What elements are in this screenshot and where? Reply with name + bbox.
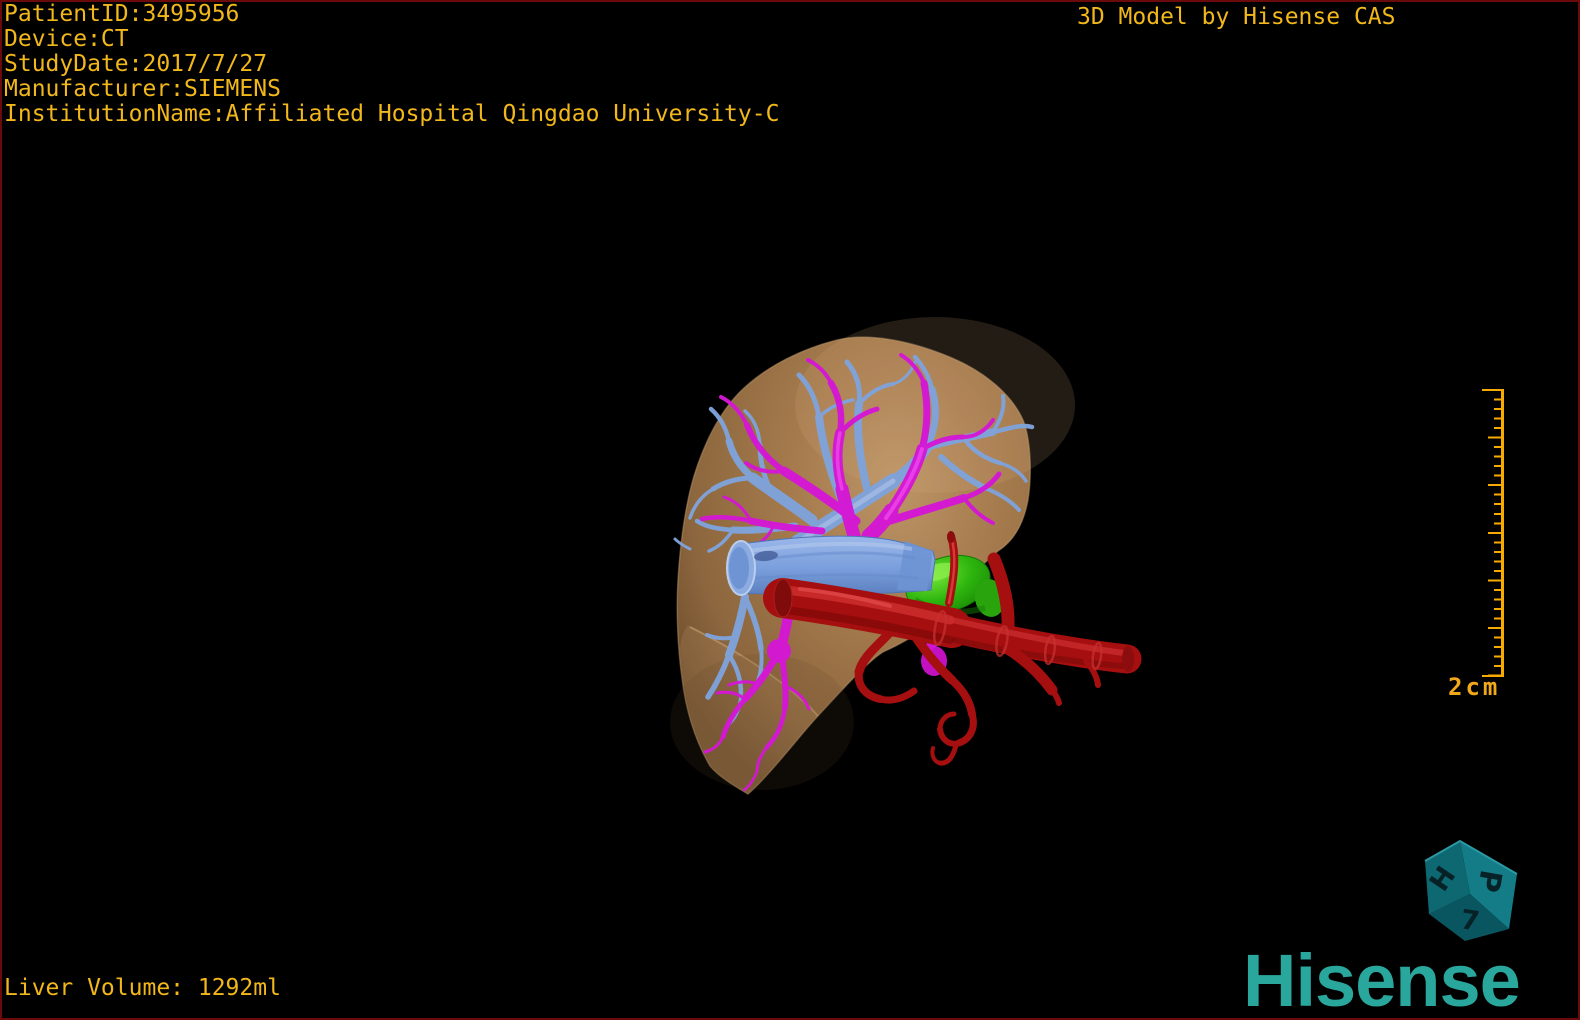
device-line: Device:CT <box>4 26 129 52</box>
patient-id-line: PatientID:3495956 <box>4 1 240 27</box>
study-date-line: StudyDate:2017/7/27 <box>4 51 268 77</box>
scale-label: 2cm <box>1448 673 1501 701</box>
orientation-cube[interactable]: H P 7 <box>1414 830 1530 950</box>
scale-ruler <box>1481 389 1504 677</box>
institution-line: InstitutionName:Affiliated Hospital Qing… <box>4 101 780 127</box>
liver-volume-readout: Liver Volume: 1292ml <box>4 975 281 1001</box>
watermark-text: 3D Model by Hisense CAS <box>1077 4 1396 30</box>
model-viewport[interactable] <box>0 0 1580 1020</box>
viewer-window: PatientID:3495956 Device:CT StudyDate:20… <box>0 0 1580 1020</box>
manufacturer-line: Manufacturer:SIEMENS <box>4 76 281 102</box>
patient-info-overlay: PatientID:3495956 Device:CT StudyDate:20… <box>4 2 779 127</box>
hisense-logo: Hisense <box>1243 939 1521 1020</box>
